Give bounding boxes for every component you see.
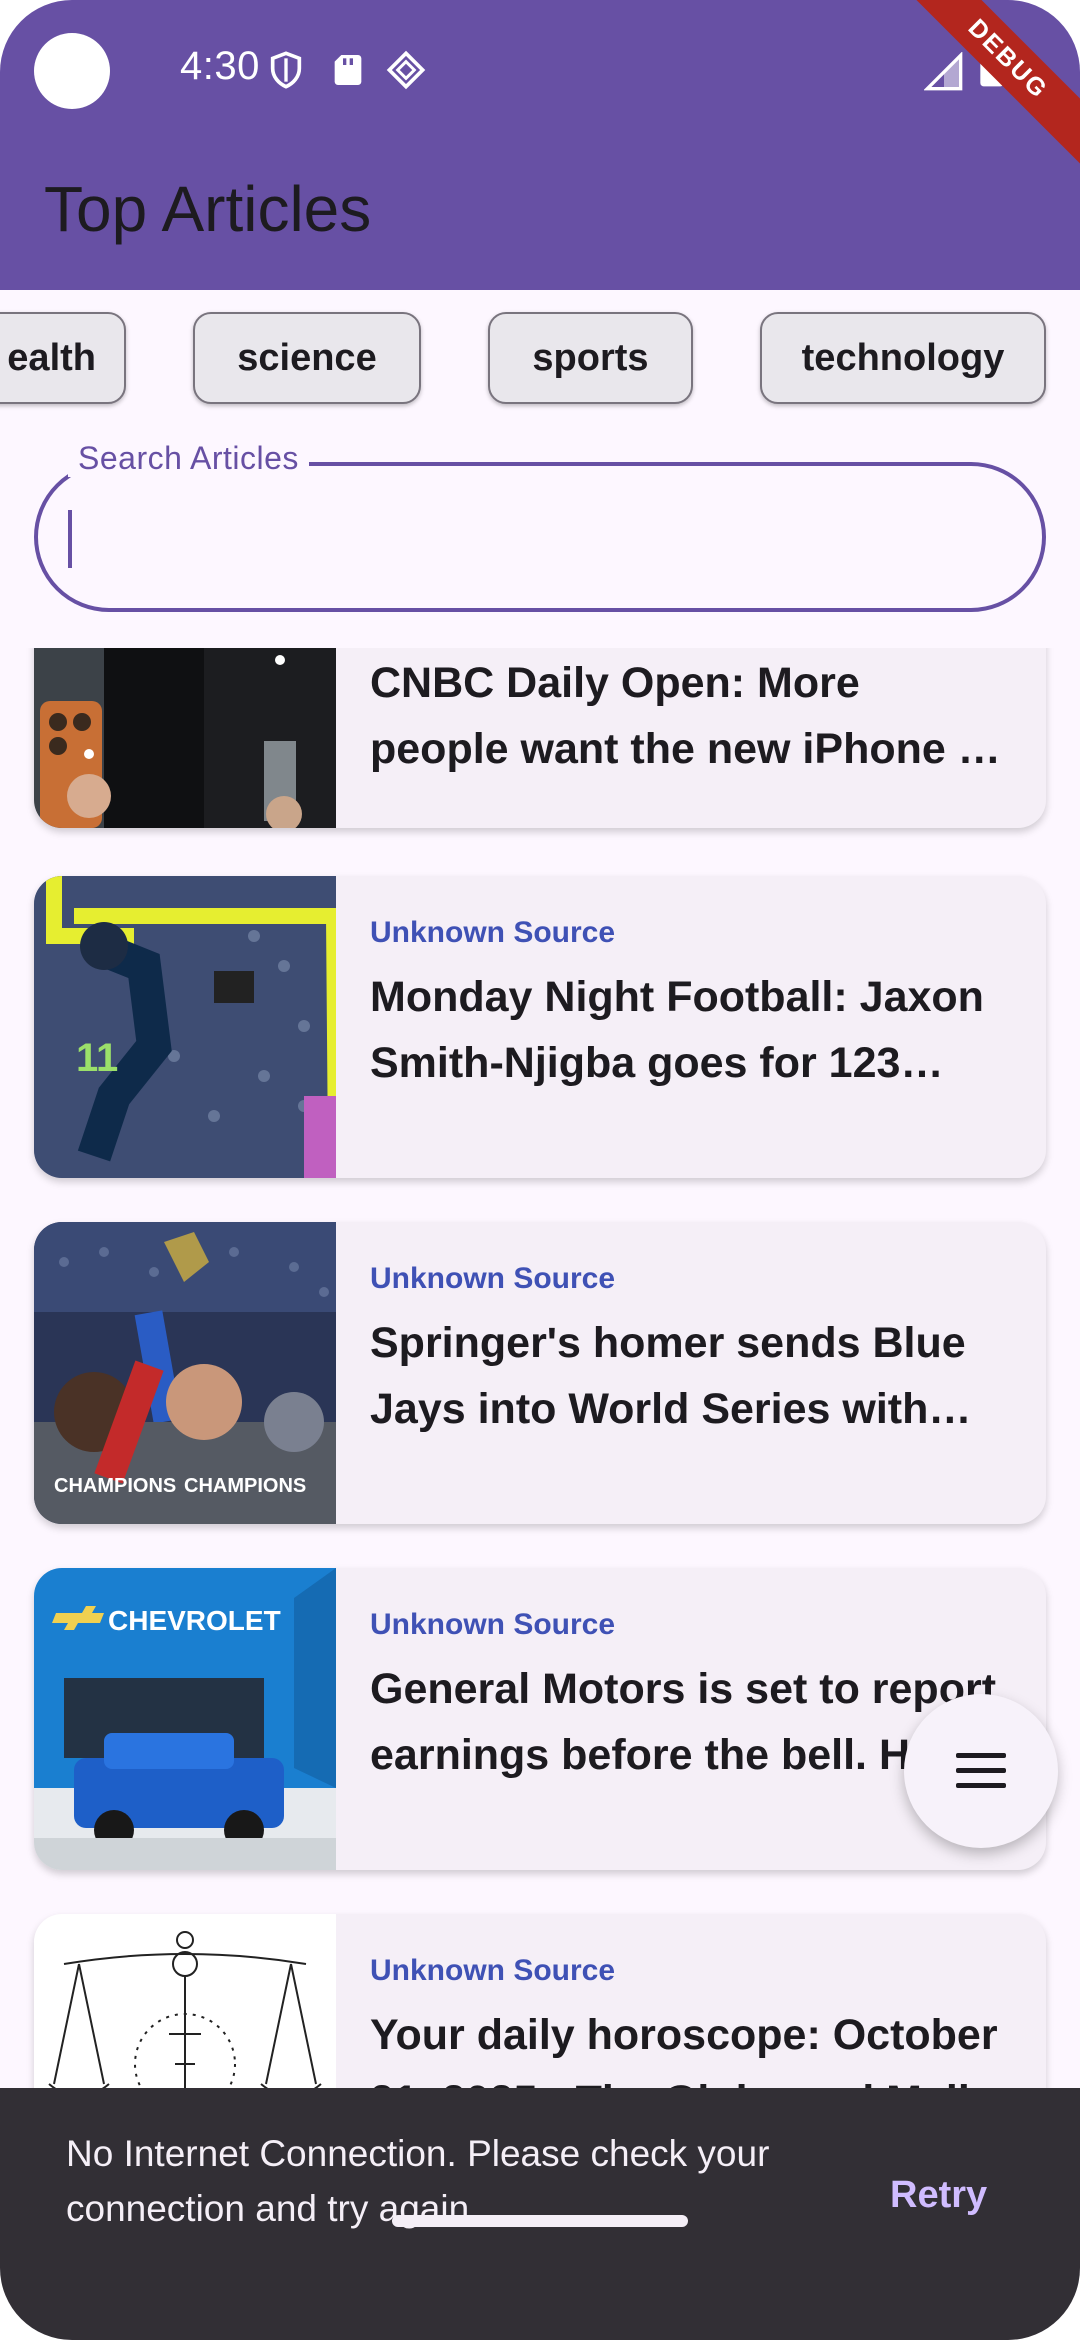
- article-card[interactable]: CNBC Daily Open: More people want the ne…: [34, 648, 1046, 828]
- article-title: Monday Night Football: Jaxon Smith-Njigb…: [370, 973, 984, 1087]
- chip-sports[interactable]: sports: [488, 312, 693, 404]
- svg-text:CHAMPIONS: CHAMPIONS: [54, 1475, 176, 1497]
- libra-scales-thumbnail: [34, 1914, 336, 2088]
- article-card[interactable]: Unknown Source Your daily horoscope: Oct…: [34, 1914, 1046, 2088]
- article-list[interactable]: CNBC Daily Open: More people want the ne…: [0, 648, 1080, 2088]
- search-label: Search Articles: [68, 440, 309, 477]
- chip-health[interactable]: ealth: [0, 312, 126, 404]
- retry-button[interactable]: Retry: [890, 2174, 987, 2217]
- article-card[interactable]: CHAMPIONS CHAMPIONS Unknown Source Sprin…: [34, 1222, 1046, 1524]
- football-photo-thumbnail: 11: [34, 876, 336, 1178]
- phone-screen: 4:30 Top Articles DEBUG ealth science sp…: [0, 0, 1080, 2340]
- category-chips: ealth science sports technology: [0, 312, 1080, 406]
- article-card[interactable]: 11 Unknown Source Monday Night Football:…: [34, 876, 1046, 1178]
- offline-snackbar: No Internet Connection. Please check you…: [0, 2088, 1080, 2340]
- search-field[interactable]: Search Articles: [34, 440, 1046, 612]
- article-title: Springer's homer sends Blue Jays into Wo…: [370, 1319, 966, 1433]
- camera-cutout: [34, 33, 110, 109]
- gesture-navigation-bar[interactable]: [392, 2215, 688, 2227]
- sd-card-icon: [334, 55, 362, 85]
- chip-science[interactable]: science: [193, 312, 421, 404]
- status-time: 4:30: [180, 44, 260, 88]
- article-title: CNBC Daily Open: More people want the ne…: [370, 659, 1001, 773]
- svg-text:11: 11: [76, 1036, 118, 1080]
- menu-icon: [956, 1753, 1006, 1788]
- chevrolet-logo-text: CHEVROLET: [108, 1605, 281, 1636]
- phone-photo-thumbnail: [34, 648, 336, 828]
- article-card[interactable]: CHEVROLET Unknown Source General Motors …: [34, 1568, 1046, 1870]
- chip-technology[interactable]: technology: [760, 312, 1046, 404]
- article-source: Unknown Source: [370, 1608, 616, 1641]
- chevrolet-photo-thumbnail: CHEVROLET: [34, 1568, 336, 1870]
- page-title: Top Articles: [44, 173, 372, 245]
- app-bar: 4:30 Top Articles DEBUG: [0, 0, 1080, 290]
- diamond-app-icon: [386, 50, 426, 90]
- article-source: Unknown Source: [370, 1954, 616, 1987]
- text-cursor: [68, 510, 72, 568]
- article-source: Unknown Source: [370, 1262, 616, 1295]
- baseball-photo-thumbnail: CHAMPIONS CHAMPIONS: [34, 1222, 336, 1524]
- search-input[interactable]: [78, 496, 978, 582]
- menu-fab[interactable]: [904, 1694, 1058, 1848]
- article-title: Your daily horoscope: October 21, 2025 ·…: [370, 2011, 998, 2088]
- status-bar: 4:30: [0, 0, 1080, 140]
- article-source: Unknown Source: [370, 916, 616, 949]
- svg-text:CHAMPIONS: CHAMPIONS: [184, 1475, 306, 1497]
- shield-icon: [270, 51, 302, 89]
- signal-icon: [924, 52, 963, 91]
